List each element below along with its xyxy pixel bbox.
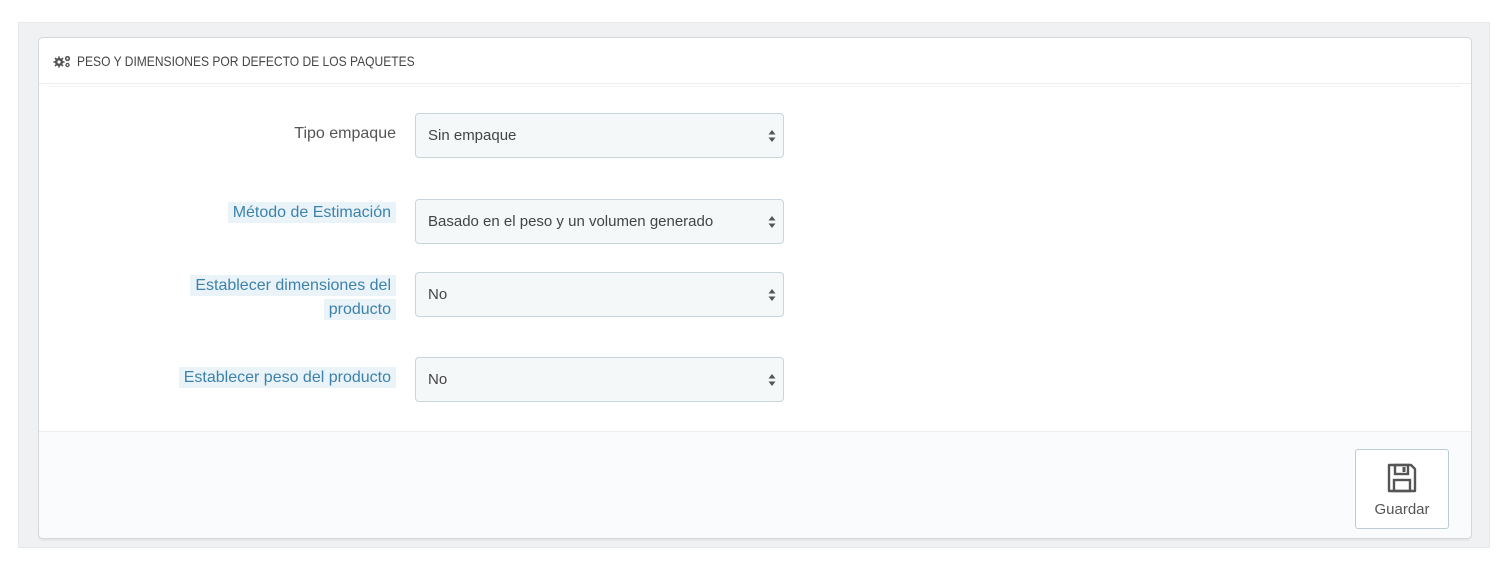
packaging-type-select[interactable]: Sin empaque [415,113,784,158]
save-button-label: Guardar [1374,500,1430,518]
select-arrows-icon [768,373,776,386]
shipping-defaults-panel: PESO Y DIMENSIONES POR DEFECTO DE LOS PA… [38,37,1472,539]
heading-divider [49,86,1461,87]
gears-icon [53,55,71,68]
set-dimensions-label-line1: Establecer dimensiones del [190,275,396,296]
select-arrows-icon [768,129,776,142]
set-dimensions-value: No [428,286,448,303]
set-dimensions-label-line2: producto [323,299,396,320]
packaging-type-label: Tipo empaque [294,123,396,145]
panel-heading: PESO Y DIMENSIONES POR DEFECTO DE LOS PA… [39,38,1471,84]
set-weight-label[interactable]: Establecer peso del producto [178,367,396,389]
estimation-method-label-text: Método de Estimación [227,202,396,223]
panel-footer: Guardar [39,431,1471,538]
select-arrows-icon [768,288,776,301]
floppy-disk-icon [1387,463,1417,492]
set-dimensions-label[interactable]: Establecer dimensiones del producto [190,274,396,322]
set-dimensions-select[interactable]: No [415,272,784,317]
estimation-method-label[interactable]: Método de Estimación [227,202,396,224]
select-arrows-icon [768,215,776,228]
set-weight-value: No [428,371,448,388]
packaging-type-label-text: Tipo empaque [294,125,396,142]
estimation-method-select[interactable]: Basado en el peso y un volumen generado [415,199,784,244]
panel-title: PESO Y DIMENSIONES POR DEFECTO DE LOS PA… [77,52,415,69]
set-weight-select[interactable]: No [415,357,784,402]
set-weight-label-text: Establecer peso del producto [178,367,396,388]
packaging-type-value: Sin empaque [428,127,517,144]
save-button[interactable]: Guardar [1355,449,1449,529]
estimation-method-value: Basado en el peso y un volumen generado [428,213,714,230]
